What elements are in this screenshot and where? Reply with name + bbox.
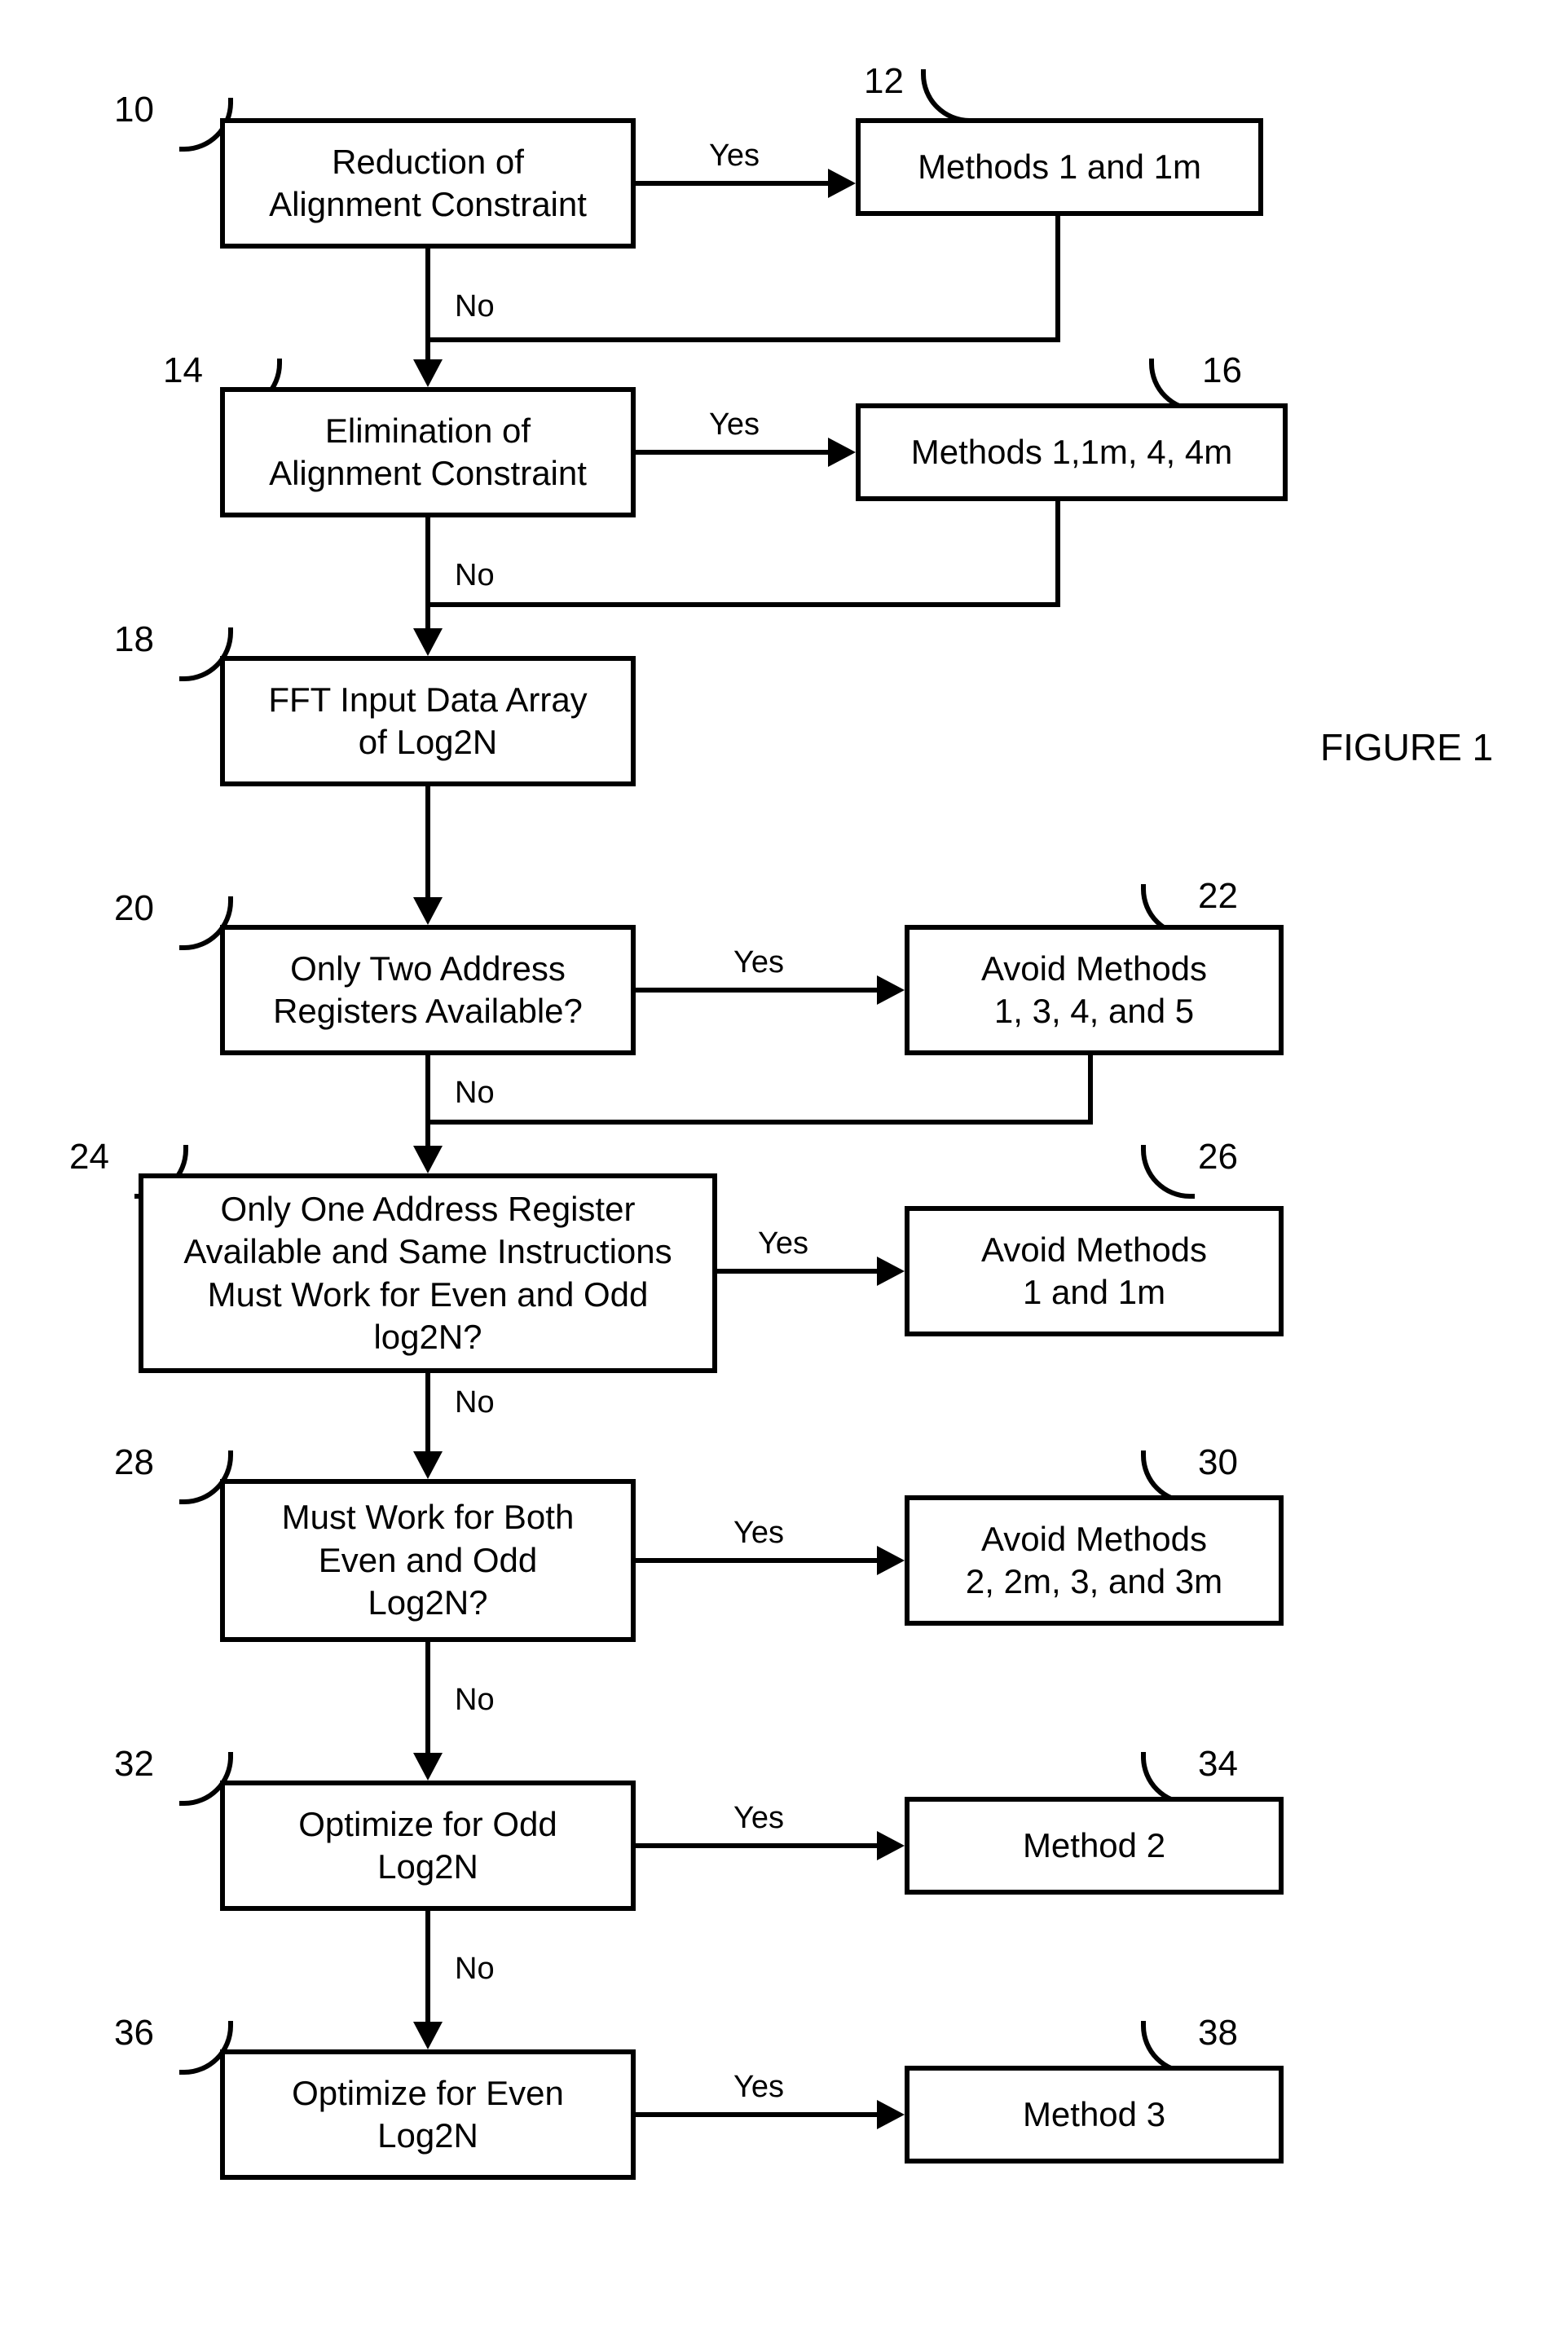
- edge-24-26-line: [717, 1269, 880, 1274]
- node-28-text: Must Work for BothEven and OddLog2N?: [282, 1496, 575, 1625]
- edge-18-20-arrow: [413, 897, 443, 925]
- node-28-box: Must Work for BothEven and OddLog2N?: [220, 1479, 636, 1642]
- node-32-text: Optimize for OddLog2N: [298, 1803, 557, 1889]
- node-26-box: Avoid Methods1 and 1m: [905, 1206, 1284, 1336]
- node-34-box: Method 2: [905, 1797, 1284, 1895]
- edge-32-34-arrow: [877, 1831, 905, 1860]
- edge-10-12-line: [636, 181, 831, 186]
- edge-16-18-v: [1055, 501, 1060, 607]
- edge-32-36-arrow: [413, 2022, 443, 2049]
- edge-24-28-line: [425, 1373, 430, 1455]
- node-36-text: Optimize for EvenLog2N: [292, 2072, 564, 2158]
- node-30-number: 30: [1198, 1442, 1238, 1483]
- edge-24-28-label: No: [455, 1385, 495, 1420]
- edge-20-24-arrow: [413, 1146, 443, 1173]
- node-28-number: 28: [114, 1442, 154, 1483]
- node-20-text: Only Two AddressRegisters Available?: [273, 948, 583, 1033]
- edge-20-24-label: No: [455, 1076, 495, 1111]
- node-26-text: Avoid Methods1 and 1m: [981, 1229, 1207, 1314]
- node-30-box: Avoid Methods2, 2m, 3, and 3m: [905, 1495, 1284, 1626]
- edge-20-22-label: Yes: [733, 945, 784, 980]
- node-20-number: 20: [114, 888, 154, 929]
- edge-36-38-label: Yes: [733, 2070, 784, 2105]
- node-24-number: 24: [69, 1137, 109, 1178]
- edge-14-18-label: No: [455, 558, 495, 593]
- node-10-text: Reduction ofAlignment Constraint: [269, 141, 587, 227]
- node-20-box: Only Two AddressRegisters Available?: [220, 925, 636, 1055]
- node-30-text: Avoid Methods2, 2m, 3, and 3m: [966, 1518, 1222, 1604]
- flowchart-canvas: FIGURE 1 10 Reduction ofAlignment Constr…: [0, 0, 1568, 2333]
- edge-24-28-arrow: [413, 1451, 443, 1479]
- node-34-text: Method 2: [1023, 1825, 1165, 1868]
- node-36-number: 36: [114, 2013, 154, 2053]
- node-18-number: 18: [114, 619, 154, 660]
- edge-14-16-arrow: [828, 438, 856, 467]
- edge-10-14-line: [425, 249, 430, 363]
- figure-label: FIGURE 1: [1320, 725, 1493, 769]
- node-36-box: Optimize for EvenLog2N: [220, 2049, 636, 2180]
- node-14-box: Elimination ofAlignment Constraint: [220, 387, 636, 517]
- edge-10-12-arrow: [828, 169, 856, 198]
- edge-12-14-h: [430, 337, 1060, 342]
- node-34-number: 34: [1198, 1744, 1238, 1785]
- node-10-box: Reduction ofAlignment Constraint: [220, 118, 636, 249]
- node-26-number: 26: [1198, 1137, 1238, 1178]
- edge-32-34-line: [636, 1843, 880, 1848]
- edge-14-18-line: [425, 517, 430, 632]
- node-32-number: 32: [114, 1744, 154, 1785]
- node-32-box: Optimize for OddLog2N: [220, 1781, 636, 1911]
- node-18-text: FFT Input Data Arrayof Log2N: [268, 679, 587, 764]
- node-16-text: Methods 1,1m, 4, 4m: [911, 431, 1233, 474]
- node-38-number: 38: [1198, 2013, 1238, 2053]
- edge-32-34-label: Yes: [733, 1801, 784, 1836]
- node-38-text: Method 3: [1023, 2093, 1165, 2137]
- node-22-text: Avoid Methods1, 3, 4, and 5: [981, 948, 1207, 1033]
- edge-10-14-label: No: [455, 289, 495, 324]
- node-10-number: 10: [114, 90, 154, 130]
- edge-14-16-label: Yes: [709, 407, 760, 442]
- node-12-text: Methods 1 and 1m: [918, 146, 1201, 189]
- edge-20-22-arrow: [877, 975, 905, 1005]
- edge-18-20-line: [425, 786, 430, 900]
- edge-14-16-line: [636, 450, 831, 455]
- edge-36-38-arrow: [877, 2100, 905, 2129]
- edge-32-36-line: [425, 1911, 430, 2025]
- edge-28-30-line: [636, 1558, 880, 1563]
- edge-28-32-label: No: [455, 1683, 495, 1718]
- node-12-number: 12: [864, 61, 904, 102]
- edge-28-32-line: [425, 1642, 430, 1756]
- node-38-box: Method 3: [905, 2066, 1284, 2164]
- node-12-tick: [921, 69, 975, 123]
- edge-22-24-h: [430, 1120, 1093, 1125]
- node-22-number: 22: [1198, 876, 1238, 917]
- node-12-box: Methods 1 and 1m: [856, 118, 1263, 216]
- edge-12-14-v: [1055, 216, 1060, 342]
- edge-16-18-h: [430, 602, 1060, 607]
- edge-22-24-v: [1088, 1055, 1093, 1125]
- edge-20-22-line: [636, 988, 880, 993]
- edge-28-32-arrow: [413, 1753, 443, 1781]
- node-24-box: Only One Address RegisterAvailable and S…: [139, 1173, 717, 1373]
- edge-24-26-arrow: [877, 1257, 905, 1286]
- edge-10-14-arrow: [413, 359, 443, 387]
- node-14-number: 14: [163, 350, 203, 391]
- node-16-box: Methods 1,1m, 4, 4m: [856, 403, 1288, 501]
- edge-20-24-line: [425, 1055, 430, 1149]
- edge-32-36-label: No: [455, 1952, 495, 1987]
- node-22-box: Avoid Methods1, 3, 4, and 5: [905, 925, 1284, 1055]
- edge-28-30-label: Yes: [733, 1516, 784, 1551]
- node-26-tick: [1141, 1145, 1195, 1199]
- node-18-box: FFT Input Data Arrayof Log2N: [220, 656, 636, 786]
- node-16-number: 16: [1202, 350, 1242, 391]
- edge-36-38-line: [636, 2112, 880, 2117]
- edge-14-18-arrow: [413, 628, 443, 656]
- edge-28-30-arrow: [877, 1546, 905, 1575]
- edge-24-26-label: Yes: [758, 1226, 808, 1261]
- node-14-text: Elimination ofAlignment Constraint: [269, 410, 587, 495]
- edge-10-12-label: Yes: [709, 139, 760, 174]
- node-24-text: Only One Address RegisterAvailable and S…: [183, 1188, 672, 1359]
